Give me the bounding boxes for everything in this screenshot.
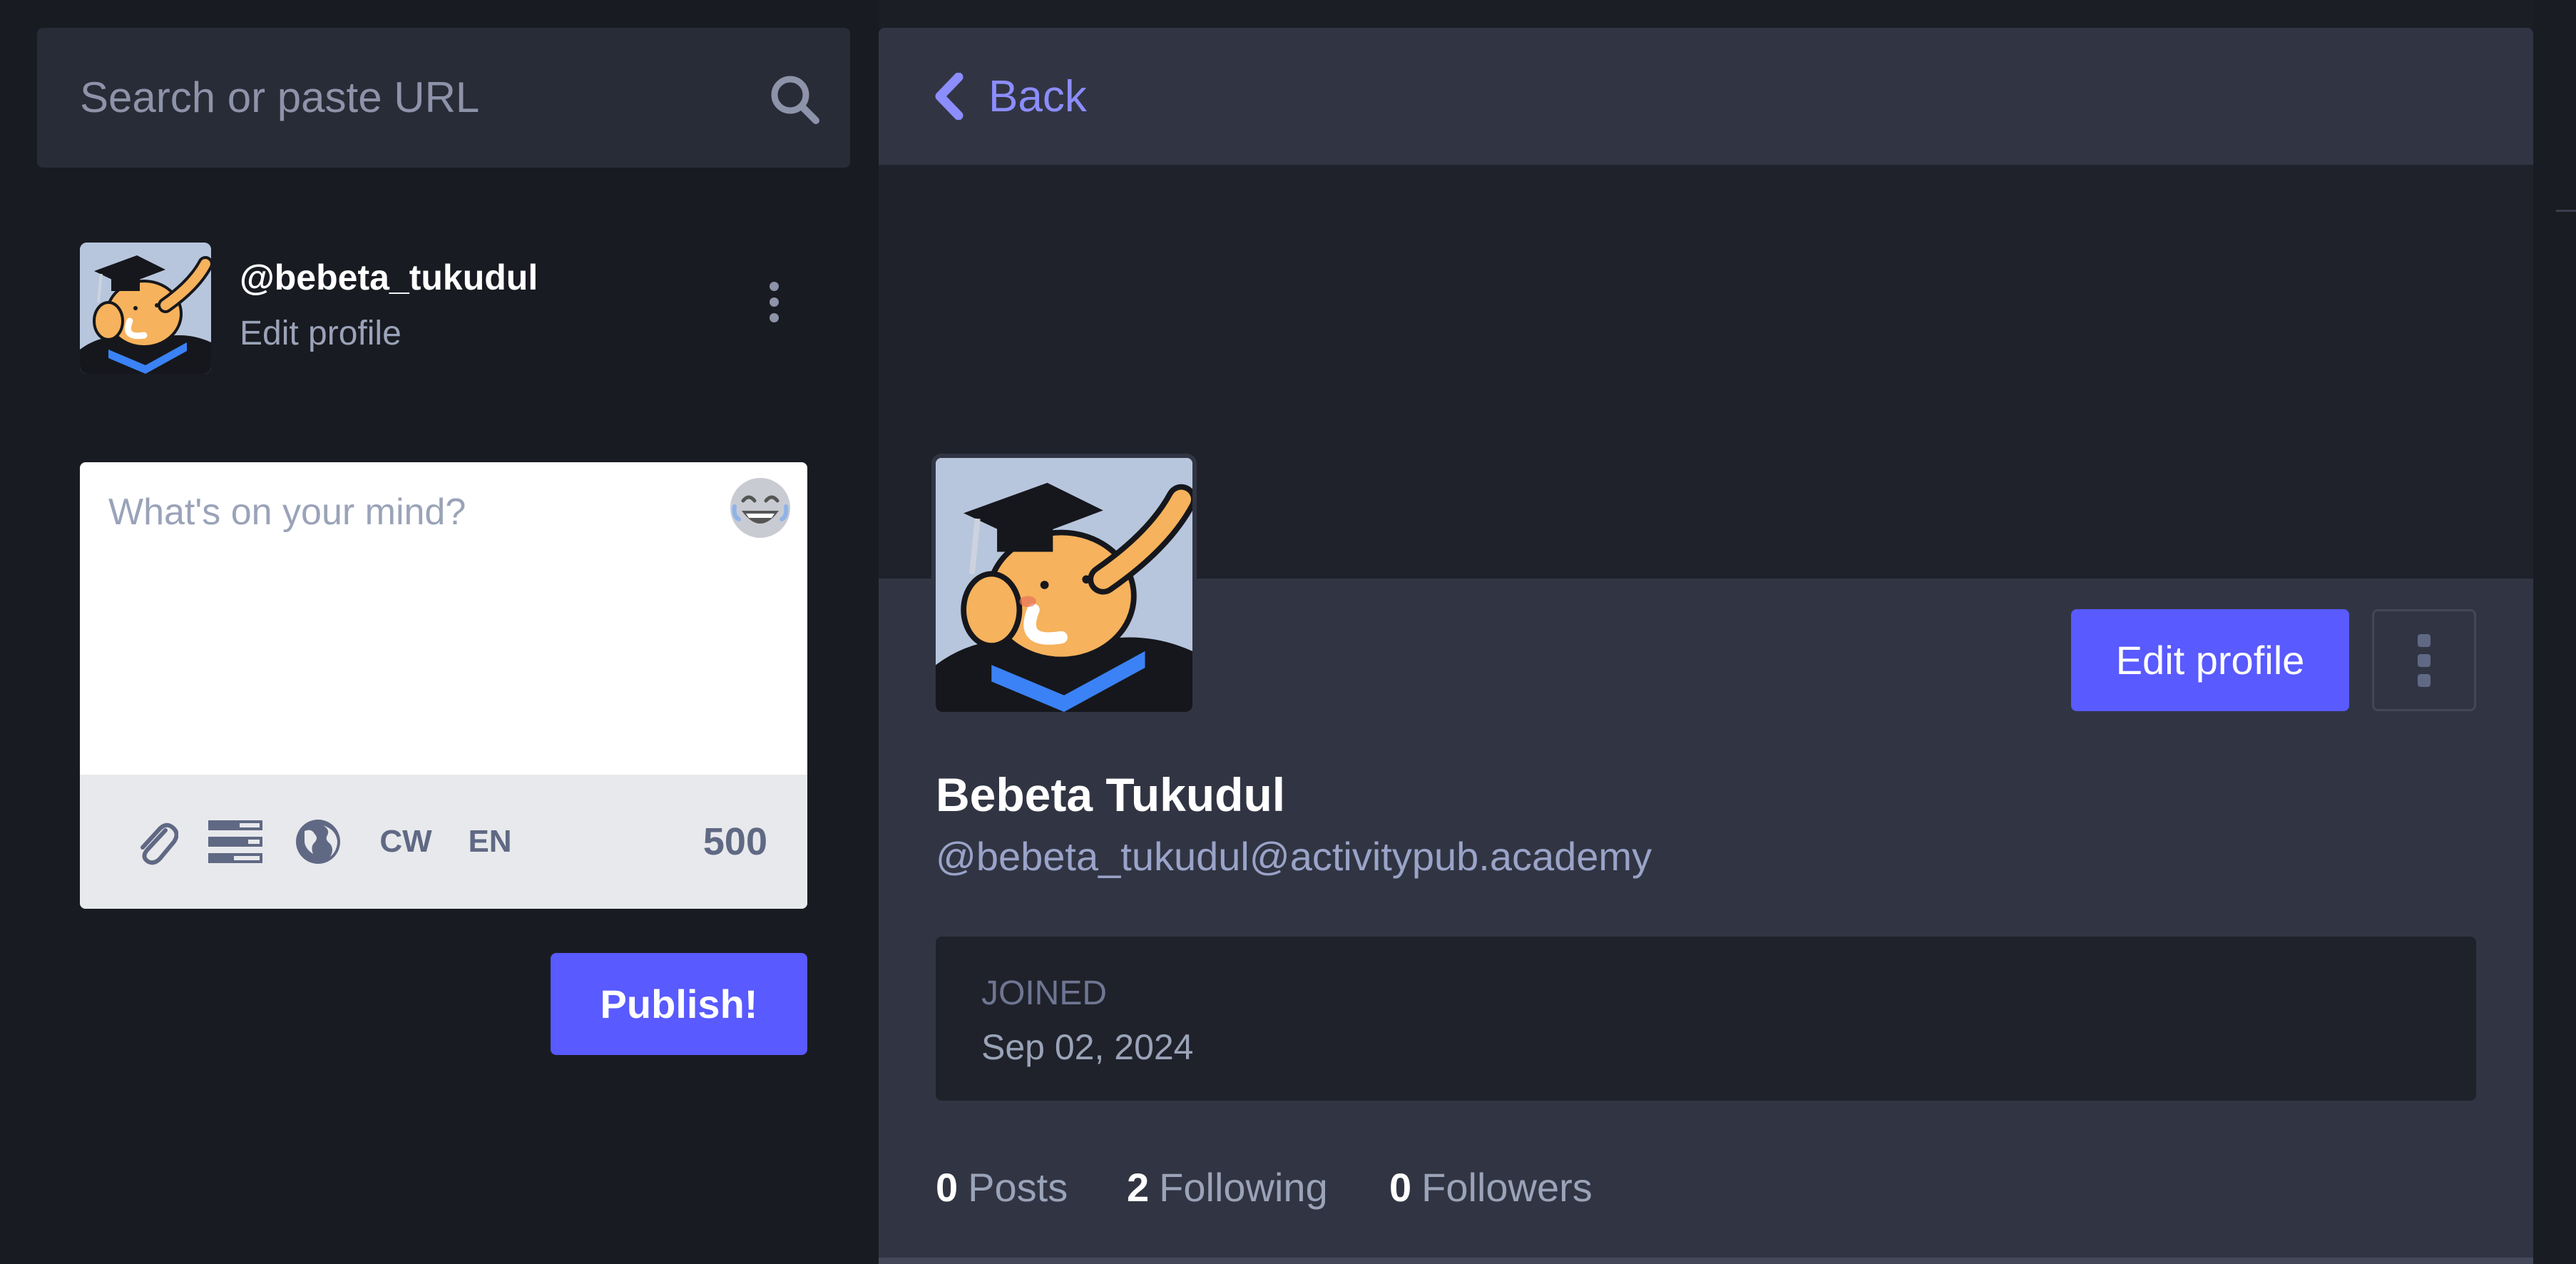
joined-label: JOINED	[981, 974, 1108, 1012]
current-user-account[interactable]: @bebeta_tukudul	[240, 257, 538, 298]
elephant-graduate-avatar-icon	[80, 243, 211, 374]
content-warning-button[interactable]: CW	[367, 775, 445, 909]
stat-following[interactable]: 2 Following	[1127, 1164, 1328, 1211]
edit-profile-link[interactable]: Edit profile	[240, 314, 402, 353]
stat-posts[interactable]: 0 Posts	[936, 1164, 1068, 1211]
search-icon[interactable]	[767, 72, 822, 126]
divider	[879, 1258, 2533, 1264]
laughing-emoji-icon[interactable]	[727, 475, 793, 541]
profile-handle: @bebeta_tukudul@activitypub.academy	[936, 834, 1652, 879]
search-placeholder: Search or paste URL	[80, 73, 480, 121]
right-edge-column	[2533, 0, 2576, 1264]
joined-date: Sep 02, 2024	[981, 1027, 1194, 1067]
column-top-strip	[879, 0, 2533, 28]
elephant-graduate-avatar-icon	[936, 458, 1192, 712]
back-label: Back	[988, 71, 1087, 121]
compose-form: What's on your mind? CW EN 500	[80, 462, 807, 909]
vertical-dots-icon[interactable]	[2372, 609, 2476, 711]
vertical-dots-icon[interactable]	[762, 282, 786, 329]
column-header: Back	[879, 28, 2533, 165]
poll-icon[interactable]	[200, 775, 271, 909]
publish-button[interactable]: Publish!	[551, 953, 807, 1055]
compose-textarea[interactable]: What's on your mind?	[108, 491, 466, 534]
paperclip-icon[interactable]	[120, 775, 191, 909]
globe-icon[interactable]	[282, 775, 354, 909]
joined-field: JOINED Sep 02, 2024	[936, 937, 2476, 1101]
compose-toolbar: CW EN 500	[80, 775, 807, 909]
edit-profile-button[interactable]: Edit profile	[2071, 609, 2349, 711]
search-bar[interactable]: Search or paste URL	[37, 28, 850, 168]
chevron-left-icon	[935, 73, 964, 120]
profile-avatar[interactable]	[931, 454, 1197, 716]
profile-display-name: Bebeta Tukudul	[936, 768, 1286, 821]
current-user-avatar[interactable]	[80, 243, 211, 374]
language-button[interactable]: EN	[451, 775, 529, 909]
stat-followers[interactable]: 0 Followers	[1389, 1164, 1593, 1211]
back-button[interactable]: Back	[933, 28, 1087, 165]
character-counter: 500	[702, 820, 767, 863]
